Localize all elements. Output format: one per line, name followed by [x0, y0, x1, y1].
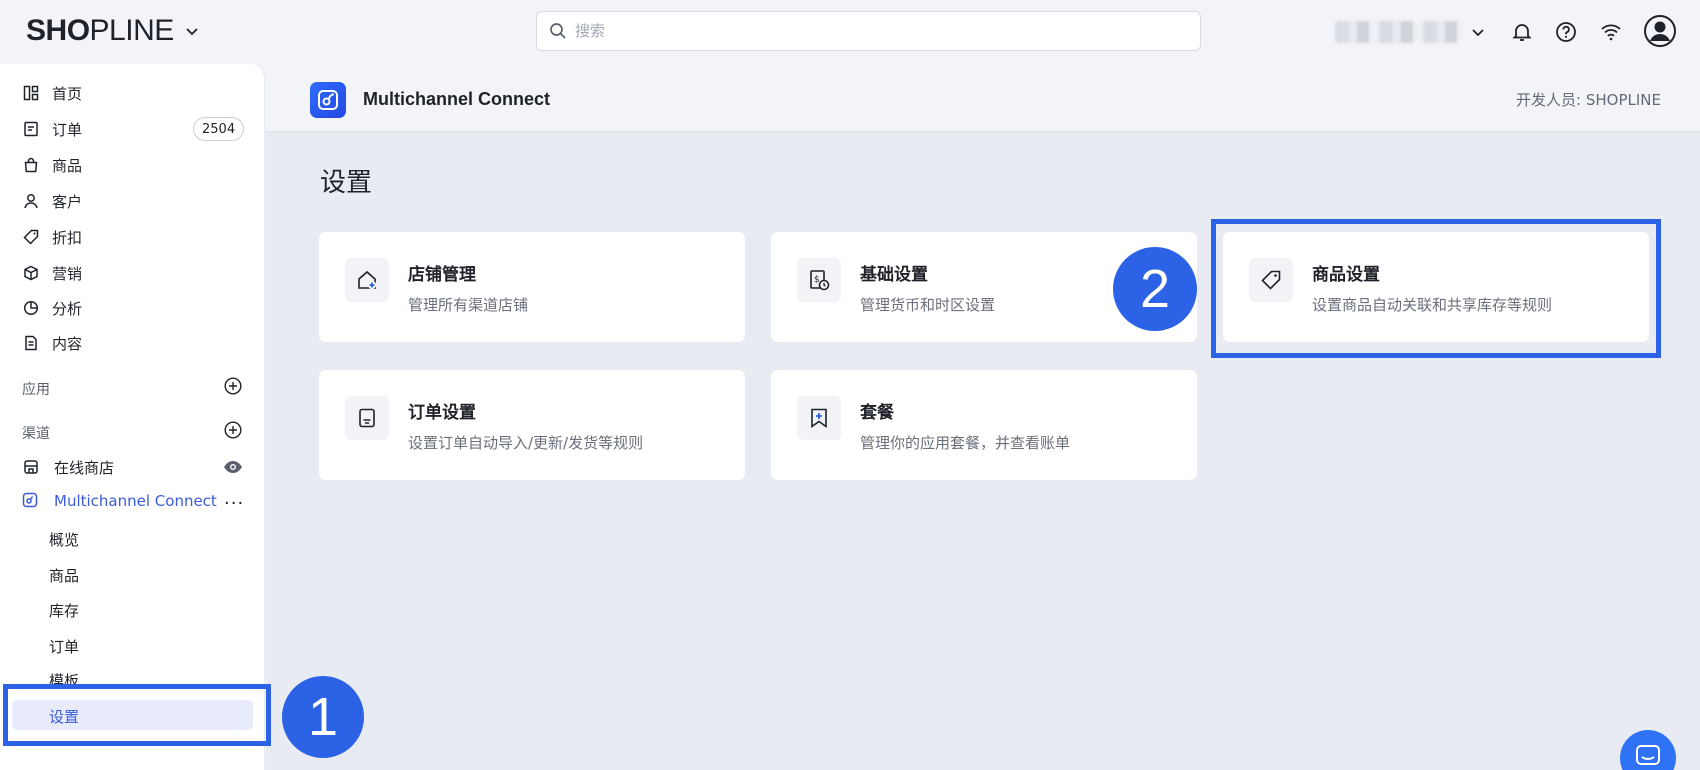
logo-text-mid: P	[89, 14, 110, 47]
card-description: 设置订单自动导入/更新/发货等规则	[408, 434, 644, 452]
page-title: 设置	[320, 168, 373, 198]
store-switch-chevron-icon[interactable]	[1470, 24, 1486, 40]
document-icon	[22, 334, 40, 352]
top-bar: SH O P LINE	[0, 0, 1700, 64]
help-icon[interactable]	[1552, 18, 1580, 46]
sidebar-item-products[interactable]: 商品	[22, 150, 82, 180]
logo-text-o: O	[66, 14, 90, 47]
logo-text-suffix: LINE	[109, 14, 174, 47]
sidebar-item-customers[interactable]: 客户	[22, 186, 82, 216]
sidebar-item-multichannel-connect[interactable]: Multichannel Connect	[22, 492, 217, 510]
apps-section-label: 应用	[22, 382, 50, 398]
person-icon	[22, 192, 40, 210]
sidebar-item-discounts[interactable]: 折扣	[22, 222, 82, 252]
currency-clock-icon: $	[797, 258, 841, 302]
chat-icon	[1636, 745, 1660, 765]
sidebar-item-label: 分析	[52, 299, 83, 318]
card-title: 基础设置	[860, 265, 928, 285]
store-add-icon	[345, 258, 389, 302]
sidebar-item-marketing[interactable]: 营销	[22, 258, 82, 288]
sidebar-item-content[interactable]: 内容	[22, 328, 82, 358]
bell-icon[interactable]	[1508, 18, 1536, 46]
step-marker-1: 1	[282, 676, 364, 758]
sidebar-item-label: 首页	[52, 84, 83, 103]
sidebar-item-analytics[interactable]: 分析	[22, 293, 82, 323]
user-avatar-icon[interactable]	[1643, 14, 1677, 48]
developer-label: 开发人员: SHOPLINE	[1516, 91, 1661, 109]
bag-icon	[22, 156, 40, 174]
sub-item-products[interactable]: 商品	[49, 565, 79, 586]
chevron-down-icon[interactable]	[184, 23, 200, 39]
card-store-management[interactable]: 店铺管理 管理所有渠道店铺	[319, 232, 745, 342]
shopline-logo[interactable]: SH O P LINE	[26, 14, 200, 48]
sidebar-item-label: 内容	[52, 334, 83, 353]
multichannel-app-logo-icon	[310, 82, 346, 118]
dashboard-icon	[22, 84, 40, 102]
sidebar-item-label: 订单	[52, 120, 83, 139]
main-content: Multichannel Connect 开发人员: SHOPLINE 设置 店…	[266, 64, 1700, 770]
search-bar[interactable]	[536, 11, 1201, 51]
sub-item-orders[interactable]: 订单	[49, 636, 79, 657]
eye-icon[interactable]	[223, 459, 243, 475]
channels-section-label: 渠道	[22, 426, 50, 442]
sidebar-item-label: 折扣	[52, 228, 83, 247]
sidebar-item-orders[interactable]: 订单	[22, 114, 82, 144]
card-description: 管理你的应用套餐，并查看账单	[860, 434, 1071, 452]
card-description: 管理所有渠道店铺	[408, 296, 529, 314]
pie-chart-icon	[22, 299, 40, 317]
svg-text:$: $	[814, 275, 820, 285]
sub-item-inventory[interactable]: 库存	[49, 600, 79, 621]
bookmark-plus-icon	[797, 396, 841, 440]
card-title: 订单设置	[408, 403, 476, 423]
sub-item-overview[interactable]: 概览	[49, 529, 79, 550]
highlight-box-settings	[3, 684, 271, 746]
sidebar-item-label: 客户	[52, 192, 83, 211]
sidebar-item-home[interactable]: 首页	[22, 78, 82, 108]
add-app-plus-icon[interactable]	[224, 377, 242, 395]
more-options-icon[interactable]: ···	[224, 493, 244, 514]
card-order-settings[interactable]: 订单设置 设置订单自动导入/更新/发货等规则	[319, 370, 745, 480]
card-title: 套餐	[860, 403, 894, 423]
add-channel-plus-icon[interactable]	[224, 421, 242, 439]
sidebar-item-label: 在线商店	[54, 458, 115, 477]
card-description: 管理货币和时区设置	[860, 296, 996, 314]
app-header: Multichannel Connect 开发人员: SHOPLINE	[266, 64, 1700, 132]
search-icon	[550, 23, 566, 39]
app-title: Multichannel Connect	[363, 89, 551, 109]
logo-text-prefix: SH	[26, 14, 67, 47]
order-icon	[22, 120, 40, 138]
order-doc-icon	[345, 396, 389, 440]
orders-count-badge: 2504	[193, 117, 245, 141]
store-name-blurred[interactable]	[1335, 21, 1462, 43]
card-plans[interactable]: 套餐 管理你的应用套餐，并查看账单	[771, 370, 1197, 480]
highlight-box-product-settings	[1211, 219, 1661, 358]
tag-icon	[22, 228, 40, 246]
sidebar-item-online-store[interactable]: 在线商店	[22, 452, 114, 482]
storefront-icon	[22, 458, 40, 476]
sidebar-item-label: 营销	[52, 264, 83, 283]
search-input[interactable]	[575, 22, 1175, 40]
multichannel-app-icon	[22, 492, 40, 510]
sidebar-item-label: 商品	[52, 156, 83, 175]
sidebar-item-label: Multichannel Connect	[54, 492, 217, 510]
card-title: 店铺管理	[408, 265, 476, 285]
step-marker-2: 2	[1113, 247, 1197, 331]
box-icon	[22, 264, 40, 282]
wifi-icon[interactable]	[1597, 18, 1625, 46]
